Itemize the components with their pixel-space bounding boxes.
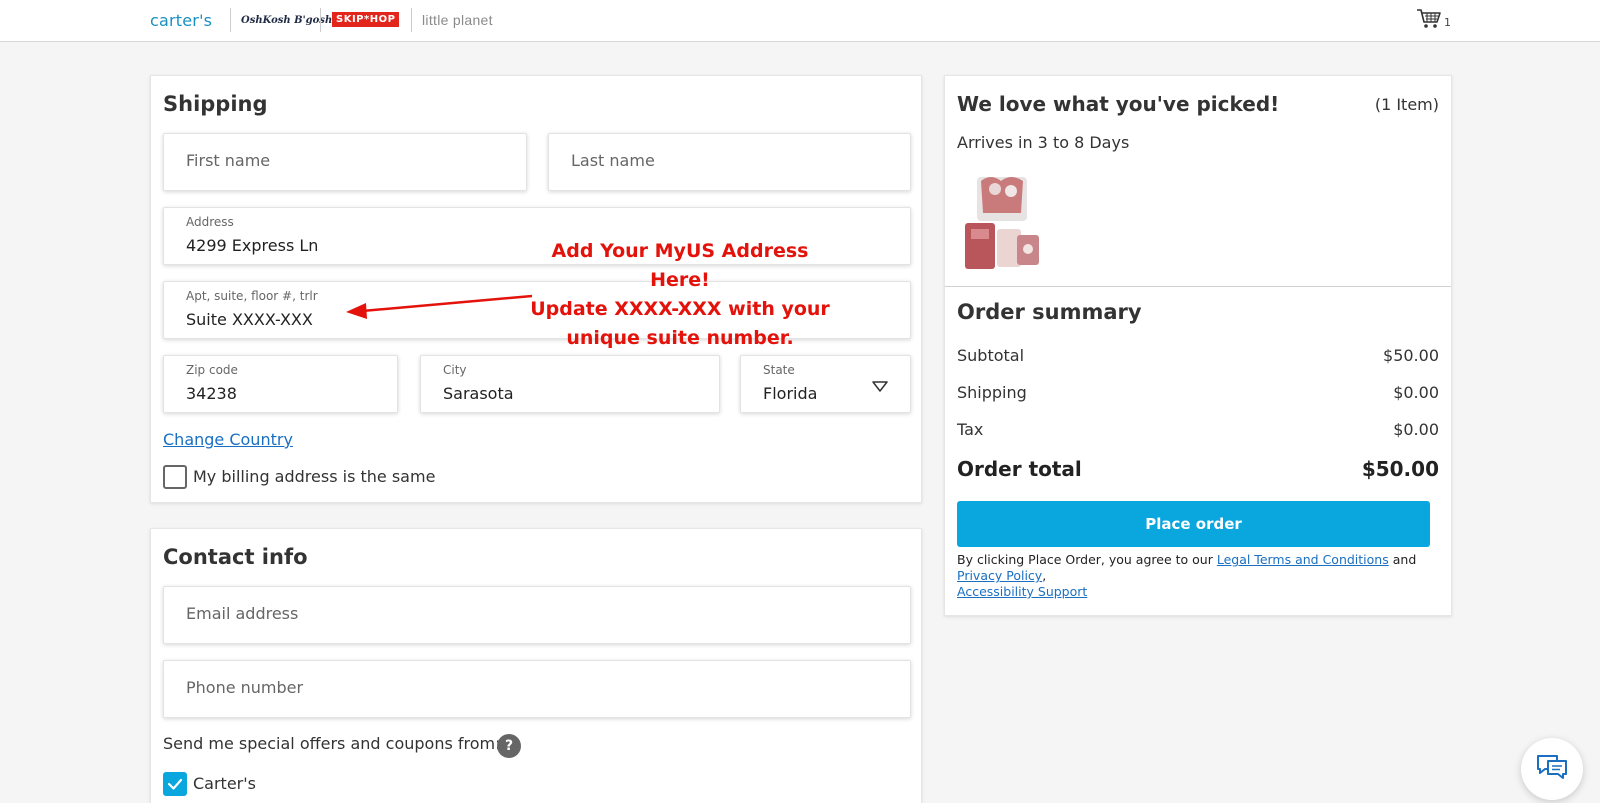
- brand-divider: [320, 8, 321, 32]
- state-select[interactable]: State Florida: [740, 355, 911, 413]
- order-summary-card: We love what you've picked! (1 Item) Arr…: [944, 75, 1452, 616]
- brand-divider: [230, 8, 231, 32]
- annotation-line-1: Add Your MyUS Address Here!: [551, 240, 809, 291]
- arrival-text: Arrives in 3 to 8 Days: [957, 133, 1130, 152]
- cart-icon: [1416, 8, 1442, 34]
- tax-row: Tax $0.00: [957, 420, 1439, 439]
- last-name-field[interactable]: Last name: [548, 133, 911, 191]
- annotation-note: Add Your MyUS Address Here! Update XXXX-…: [520, 237, 840, 353]
- change-country-link[interactable]: Change Country: [163, 430, 293, 449]
- carters-offers-checkbox[interactable]: [163, 772, 187, 796]
- email-field[interactable]: Email address: [163, 586, 911, 644]
- carters-offers-label: Carter's: [193, 774, 256, 793]
- chevron-down-icon: [872, 378, 888, 397]
- shipping-cost-label: Shipping: [957, 383, 1027, 402]
- place-order-button[interactable]: Place order: [957, 501, 1430, 547]
- order-total-label: Order total: [957, 457, 1082, 481]
- legal-prefix: By clicking Place Order, you agree to ou…: [957, 552, 1213, 567]
- contact-card: Contact info Email address Phone number …: [150, 528, 922, 803]
- product-thumbnail[interactable]: [961, 171, 1043, 275]
- tax-label: Tax: [957, 420, 984, 439]
- subtotal-label: Subtotal: [957, 346, 1025, 365]
- order-summary-title: Order summary: [957, 300, 1142, 324]
- annotation-line-2: Update XXXX-XXX with your: [530, 298, 830, 320]
- shipping-cost-value: $0.00: [1393, 383, 1439, 402]
- picked-heading: We love what you've picked!: [957, 92, 1280, 116]
- chat-button[interactable]: [1521, 738, 1583, 800]
- shipping-title: Shipping: [163, 92, 268, 116]
- chat-icon: [1535, 752, 1569, 786]
- help-icon[interactable]: ?: [497, 734, 521, 758]
- legal-and: and: [1392, 552, 1417, 567]
- state-label: State: [763, 363, 795, 377]
- oshkosh-logo[interactable]: OshKosh B'gosh: [241, 0, 332, 40]
- offers-text: Send me special offers and coupons from:: [163, 734, 501, 753]
- first-name-field[interactable]: First name: [163, 133, 527, 191]
- shipping-cost-row: Shipping $0.00: [957, 383, 1439, 402]
- zip-field[interactable]: Zip code 34238: [163, 355, 398, 413]
- site-header: carter's OshKosh B'gosh SKIP*HOP little …: [0, 0, 1600, 42]
- accessibility-support-link[interactable]: Accessibility Support: [957, 584, 1087, 599]
- tax-value: $0.00: [1393, 420, 1439, 439]
- billing-same-checkbox[interactable]: [163, 465, 187, 489]
- phone-field[interactable]: Phone number: [163, 660, 911, 718]
- contact-title: Contact info: [163, 545, 308, 569]
- cart-button[interactable]: 1: [1416, 8, 1451, 34]
- brand-divider: [411, 8, 412, 32]
- little-planet-logo[interactable]: little planet: [422, 0, 493, 40]
- cart-count: 1: [1444, 15, 1451, 29]
- order-total-row: Order total $50.00: [957, 457, 1439, 481]
- legal-comma: ,: [1042, 568, 1047, 583]
- privacy-policy-link[interactable]: Privacy Policy: [957, 568, 1042, 583]
- subtotal-value: $50.00: [1383, 346, 1439, 365]
- city-field[interactable]: City Sarasota: [420, 355, 720, 413]
- carters-logo[interactable]: carter's: [150, 0, 212, 40]
- subtotal-row: Subtotal $50.00: [957, 346, 1439, 365]
- skiphop-logo[interactable]: SKIP*HOP: [332, 12, 400, 27]
- state-value: Florida: [763, 384, 818, 403]
- billing-same-label: My billing address is the same: [193, 467, 436, 486]
- legal-text: By clicking Place Order, you agree to ou…: [957, 552, 1441, 600]
- check-icon: [167, 778, 183, 790]
- annotation-line-3: unique suite number.: [566, 327, 794, 349]
- summary-divider: [945, 286, 1451, 287]
- order-total-value: $50.00: [1361, 457, 1439, 481]
- item-count: (1 Item): [1374, 95, 1439, 114]
- legal-terms-link[interactable]: Legal Terms and Conditions: [1217, 552, 1389, 567]
